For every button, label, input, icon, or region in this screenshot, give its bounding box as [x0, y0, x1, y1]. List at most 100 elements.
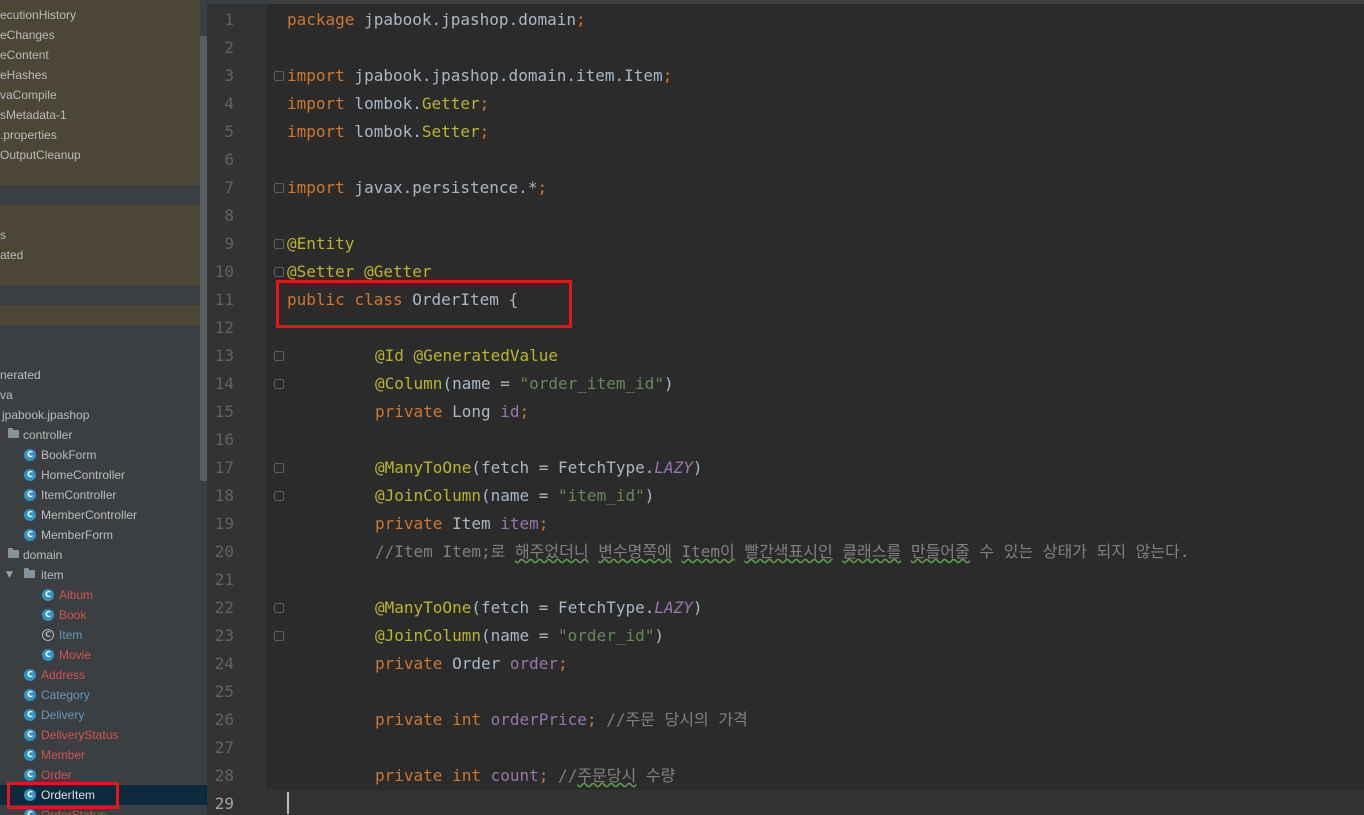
tree-item[interactable]: ated — [0, 245, 207, 265]
line-number: 15 — [214, 402, 234, 421]
line-number: 8 — [224, 206, 234, 225]
fold-marker-icon[interactable] — [274, 379, 284, 389]
class-icon: C — [42, 649, 54, 661]
tree-class-item[interactable]: C MemberForm — [0, 525, 207, 545]
line-number: 18 — [214, 486, 234, 505]
abstract-class-icon: C — [42, 629, 54, 641]
tree-class-item[interactable]: C Address — [0, 665, 207, 685]
folder-icon — [24, 568, 35, 578]
tree-class-item[interactable]: C MemberController — [0, 505, 207, 525]
class-icon: C — [42, 589, 54, 601]
code-line: @JoinColumn(name = "item_id") — [375, 486, 655, 505]
class-icon: C — [24, 469, 36, 481]
tree-item[interactable]: sMetadata-1 — [0, 105, 207, 125]
excluded-folder-band — [0, 305, 200, 325]
tree-folder-domain[interactable]: domain — [0, 545, 207, 565]
code-line: private int count; //주문당시 수량 — [375, 766, 676, 785]
tree-item[interactable]: eChanges — [0, 25, 207, 45]
code-line: import jpabook.jpashop.domain.item.Item; — [287, 66, 673, 85]
fold-marker-icon[interactable] — [274, 239, 284, 249]
class-icon: C — [24, 769, 36, 781]
project-tree-panel: ecutionHistory eChanges eContent eHashes… — [0, 0, 207, 815]
class-icon: C — [24, 809, 36, 815]
line-number-current: 29 — [214, 794, 234, 813]
code-line: private Item item; — [375, 514, 549, 533]
line-number: 12 — [214, 318, 234, 337]
fold-marker-icon[interactable] — [274, 183, 284, 193]
tree-folder-controller[interactable]: controller — [0, 425, 207, 445]
fold-marker-icon[interactable] — [274, 351, 284, 361]
chevron-down-icon[interactable]: ▼ — [6, 565, 13, 585]
fold-marker-icon[interactable] — [274, 267, 284, 277]
tree-class-item[interactable]: C Book — [0, 605, 207, 625]
line-number: 17 — [214, 458, 234, 477]
tree-item[interactable]: nerated — [0, 365, 207, 385]
tree-class-item[interactable]: C Delivery — [0, 705, 207, 725]
tree-class-item[interactable]: C Album — [0, 585, 207, 605]
code-line: import lombok.Getter; — [287, 94, 490, 113]
fold-marker-icon[interactable] — [274, 491, 284, 501]
line-number: 16 — [214, 430, 234, 449]
line-number: 14 — [214, 374, 234, 393]
tree-class-item[interactable]: C BookForm — [0, 445, 207, 465]
class-icon: C — [24, 529, 36, 541]
line-number: 1 — [224, 10, 234, 29]
highlight-box-class-declaration — [276, 280, 572, 328]
tree-item[interactable]: ecutionHistory — [0, 5, 207, 25]
tree-class-item[interactable]: C DeliveryStatus — [0, 725, 207, 745]
line-number: 13 — [214, 346, 234, 365]
code-editor[interactable]: 1 2 3 4 5 6 7 8 9 10 11 12 13 14 15 16 1… — [207, 0, 1364, 815]
tree-item-package[interactable]: jpabook.jpashop — [0, 405, 207, 425]
line-number: 28 — [214, 766, 234, 785]
class-icon: C — [24, 749, 36, 761]
code-line: @Id @GeneratedValue — [375, 346, 559, 365]
class-icon: C — [24, 489, 36, 501]
folder-icon — [8, 428, 19, 438]
code-line: import javax.persistence.*; — [287, 178, 548, 197]
class-icon: C — [24, 669, 36, 681]
tree-item[interactable]: .properties — [0, 125, 207, 145]
tree-folder-item[interactable]: ▼ item — [0, 565, 207, 585]
class-icon: C — [24, 689, 36, 701]
line-number: 21 — [214, 570, 234, 589]
code-line: @Column(name = "order_item_id") — [375, 374, 674, 393]
code-line: private int orderPrice; //주문 당시의 가격 — [375, 710, 748, 729]
class-icon: C — [42, 609, 54, 621]
line-number: 20 — [214, 542, 234, 561]
class-icon: C — [24, 449, 36, 461]
tree-class-item[interactable]: C Item — [0, 625, 207, 645]
current-line-highlight — [207, 790, 1364, 815]
line-number: 19 — [214, 514, 234, 533]
tree-item[interactable]: eHashes — [0, 65, 207, 85]
code-line: @ManyToOne(fetch = FetchType.LAZY) — [375, 458, 703, 477]
code-line: @ManyToOne(fetch = FetchType.LAZY) — [375, 598, 703, 617]
tree-class-item[interactable]: C Movie — [0, 645, 207, 665]
text-cursor — [287, 792, 289, 814]
tree-item[interactable]: vaCompile — [0, 85, 207, 105]
line-number: 10 — [214, 262, 234, 281]
editor-top-border — [207, 0, 1364, 4]
tree-item[interactable]: s — [0, 225, 207, 245]
line-number: 11 — [214, 290, 234, 309]
line-number: 27 — [214, 738, 234, 757]
fold-marker-icon[interactable] — [274, 71, 284, 81]
line-number: 7 — [224, 178, 234, 197]
tree-class-item[interactable]: C Category — [0, 685, 207, 705]
line-number: 6 — [224, 150, 234, 169]
fold-marker-icon[interactable] — [274, 463, 284, 473]
code-line: package jpabook.jpashop.domain; — [287, 10, 586, 29]
tree-class-item[interactable]: C HomeController — [0, 465, 207, 485]
tree-item[interactable]: OutputCleanup — [0, 145, 207, 165]
line-number: 26 — [214, 710, 234, 729]
line-number: 23 — [214, 626, 234, 645]
fold-marker-icon[interactable] — [274, 603, 284, 613]
code-comment-line: //Item Item;로 해주었더니 변수명쪽에 Item이 빨간색표시인 클… — [375, 542, 1190, 561]
tree-item[interactable]: eContent — [0, 45, 207, 65]
tree-item[interactable]: va — [0, 385, 207, 405]
tree-class-item[interactable]: C Member — [0, 745, 207, 765]
tree-scrollbar[interactable] — [200, 36, 207, 481]
tree-class-item[interactable]: C ItemController — [0, 485, 207, 505]
fold-marker-icon[interactable] — [274, 631, 284, 641]
highlight-box-tree-orderitem — [7, 782, 119, 809]
line-number: 3 — [224, 66, 234, 85]
